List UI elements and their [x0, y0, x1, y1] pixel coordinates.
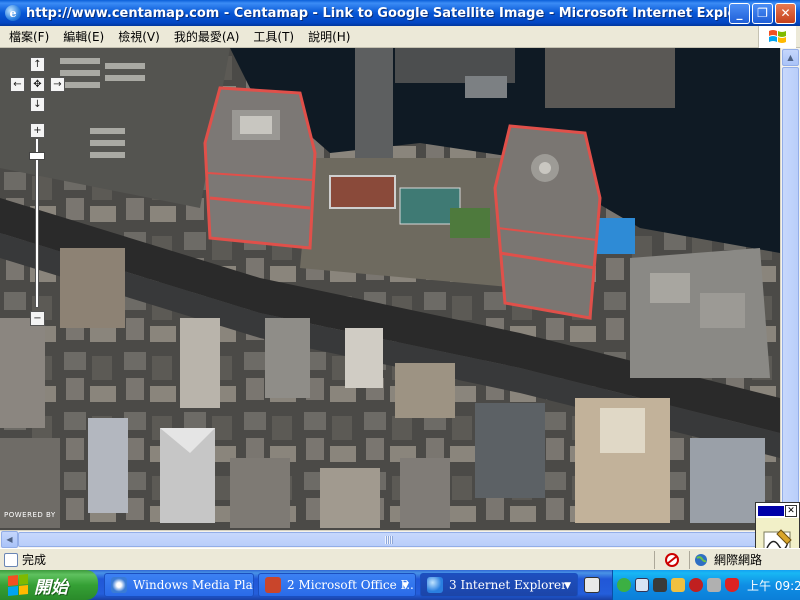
shield-icon[interactable] [725, 578, 739, 592]
vertical-scroll-thumb[interactable] [782, 67, 799, 507]
menu-favorites[interactable]: 我的最愛(A) [167, 28, 247, 45]
scroll-up-button[interactable]: ▲ [782, 49, 799, 66]
pan-up-button[interactable]: ↑ [30, 57, 45, 72]
taskbar-button-media-player[interactable]: Windows Media Player [104, 573, 254, 597]
network-icon[interactable] [635, 578, 649, 592]
menu-view[interactable]: 檢視(V) [111, 28, 167, 45]
popup-blocked-icon[interactable] [657, 552, 687, 567]
popup-titlebar [758, 505, 784, 516]
globe-icon [692, 553, 710, 567]
taskbar-button-label: 3 Internet Explorer [449, 578, 567, 592]
keyboard-icon[interactable] [584, 577, 600, 593]
menu-edit[interactable]: 編輯(E) [56, 28, 111, 45]
windows-logo-icon [8, 573, 28, 597]
taskbar-button-ie[interactable]: 3 Internet Explorer ▼ [420, 573, 578, 597]
status-text: 完成 [22, 553, 47, 567]
popup-close-button[interactable]: ✕ [785, 504, 797, 517]
pan-right-button[interactable]: → [50, 77, 65, 92]
tower-right [493, 124, 602, 320]
display-icon[interactable] [653, 578, 667, 592]
windows-flag-icon [758, 26, 796, 48]
horizontal-scroll-thumb[interactable] [18, 532, 760, 547]
taskbar-button-office[interactable]: 2 Microsoft Office P... ▼ [258, 573, 416, 597]
group-arrow-icon: ▼ [402, 581, 409, 591]
minimize-button[interactable]: _ [729, 2, 750, 24]
system-tray: 上午 09:24 [612, 570, 800, 600]
clock[interactable]: 上午 09:24 [747, 577, 800, 594]
powerpoint-icon [265, 577, 281, 593]
tower-left [203, 86, 317, 250]
ie-taskbar-icon [427, 577, 443, 593]
volume-icon[interactable] [707, 578, 721, 592]
satellite-image [0, 48, 780, 530]
security-zone-label: 網際網路 [714, 553, 763, 567]
folder-icon[interactable] [671, 578, 685, 592]
powered-by-label: POWERED BY [4, 511, 56, 519]
vertical-scrollbar[interactable]: ▲ ▼ [780, 48, 800, 530]
start-label: 開始 [34, 577, 68, 598]
zoom-in-button[interactable]: + [30, 123, 45, 138]
antivirus-icon[interactable] [689, 578, 703, 592]
scroll-left-button[interactable]: ◀ [1, 531, 18, 548]
menu-file[interactable]: 檔案(F) [2, 28, 56, 45]
zoom-out-button[interactable]: − [30, 311, 45, 326]
pan-left-button[interactable]: ← [10, 77, 25, 92]
taskbar: 開始 Windows Media Player 2 Microsoft Offi… [0, 570, 800, 600]
taskbar-button-label: 2 Microsoft Office P... [287, 578, 416, 592]
menu-tools[interactable]: 工具(T) [246, 28, 301, 45]
status-bar: 完成 網際網路 [0, 548, 800, 570]
menu-help[interactable]: 說明(H) [301, 28, 357, 45]
title-bar: e http://www.centamap.com - Centamap - L… [0, 0, 800, 26]
maximize-button[interactable]: ❐ [752, 2, 773, 24]
start-button[interactable]: 開始 [0, 570, 98, 600]
taskbar-button-label: Windows Media Player [133, 578, 253, 592]
pan-center-button[interactable]: ✥ [30, 77, 45, 92]
ie-icon: e [5, 5, 21, 21]
pan-down-button[interactable]: ↓ [30, 97, 45, 112]
group-arrow-icon: ▼ [564, 581, 571, 591]
media-player-icon [111, 577, 127, 593]
close-button[interactable]: ✕ [775, 2, 796, 24]
zoom-slider[interactable] [35, 138, 39, 308]
window-title: http://www.centamap.com - Centamap - Lin… [26, 5, 729, 21]
green-tray-icon[interactable] [617, 578, 631, 592]
zoom-slider-thumb[interactable] [29, 152, 45, 160]
page-done-icon [4, 552, 18, 567]
satellite-map[interactable]: ↑ ← ✥ → ↓ + − POWERED BY [0, 48, 780, 530]
horizontal-scrollbar[interactable]: ◀ ▶ [0, 530, 780, 548]
menu-bar: 檔案(F) 編輯(E) 檢視(V) 我的最愛(A) 工具(T) 說明(H) [0, 26, 800, 48]
